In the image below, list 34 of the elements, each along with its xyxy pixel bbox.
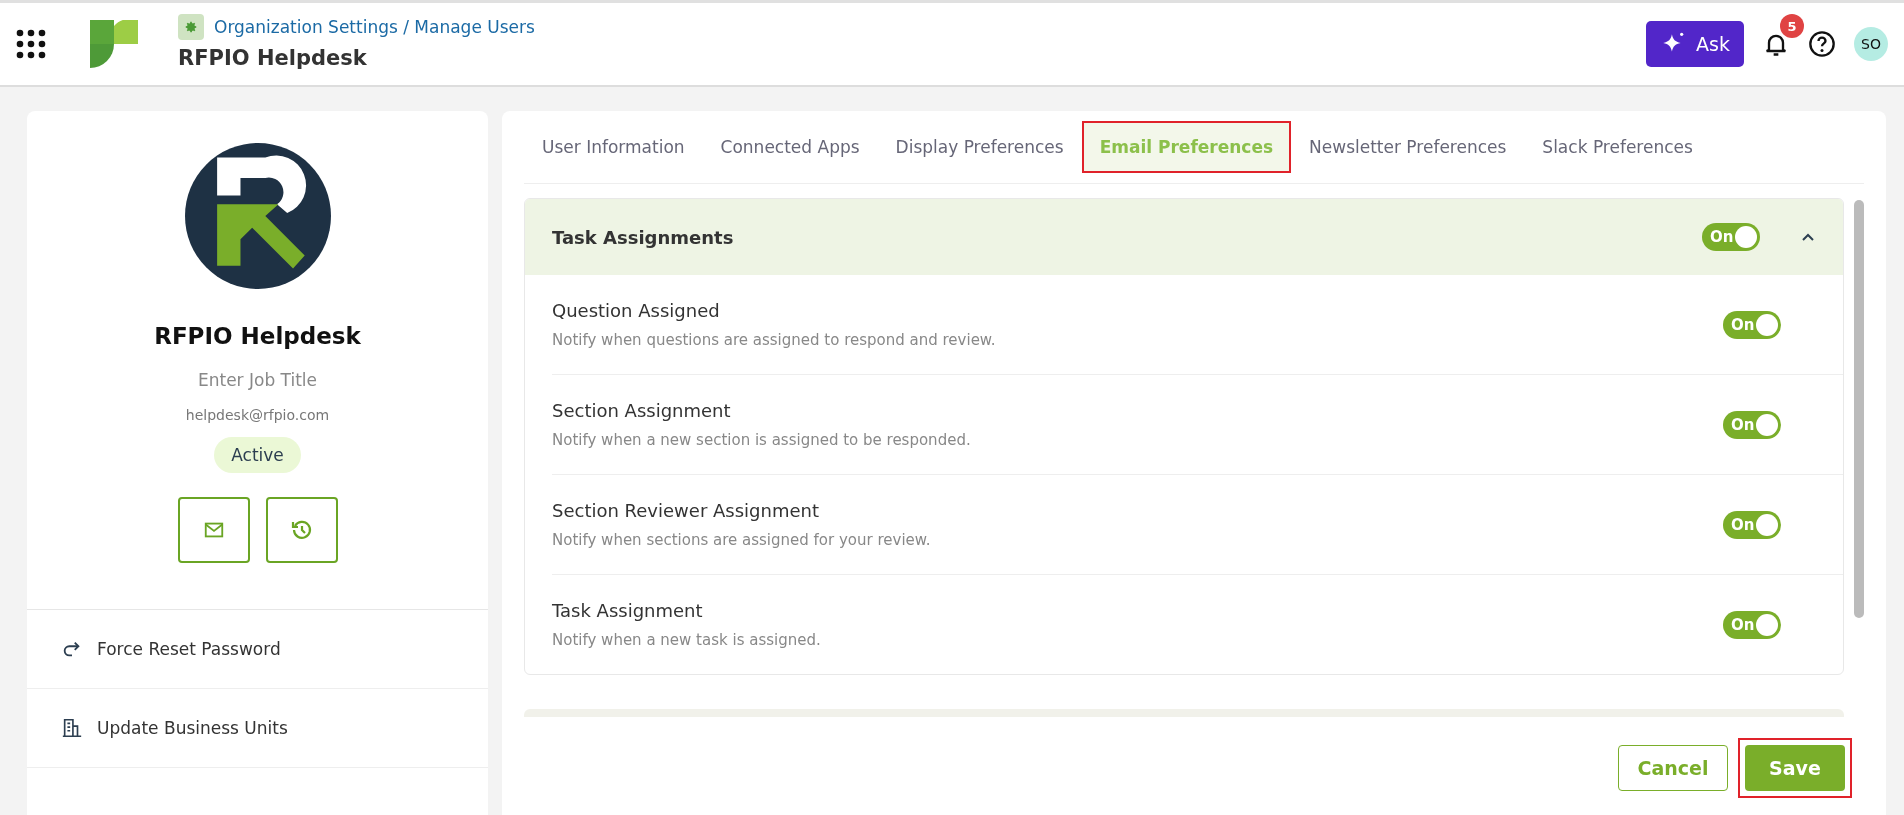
reset-password-link[interactable]: Force Reset Password <box>27 610 488 689</box>
ask-button[interactable]: Ask <box>1646 21 1744 67</box>
email-text: helpdesk@rfpio.com <box>185 407 330 423</box>
tab[interactable]: Display Preferences <box>877 121 1082 173</box>
setting-title: Task Assignment <box>552 600 704 621</box>
tab[interactable]: Slack Preferences <box>1524 121 1711 173</box>
history-icon <box>289 518 314 542</box>
setting-description: Notify when a new task is assigned. <box>552 631 822 649</box>
setting-description: Notify when questions are assigned to respond and review. <box>552 331 997 349</box>
section-header[interactable]: Task Assignments On <box>525 199 1843 275</box>
history-button[interactable] <box>265 497 338 563</box>
status-badge: Active <box>214 437 301 473</box>
tab[interactable]: User Information <box>524 121 703 173</box>
help-icon[interactable] <box>1808 30 1836 58</box>
setting-description: Notify when sections are assigned for your review. <box>552 531 932 549</box>
tab[interactable]: Connected Apps <box>702 121 878 173</box>
business-units-link[interactable]: Update Business Units <box>27 689 488 768</box>
profile-name: RFPIO Helpdesk <box>154 323 361 349</box>
gear-icon <box>178 14 204 40</box>
setting-title: Section Assignment <box>552 400 732 421</box>
building-icon <box>61 717 83 739</box>
app-grid-icon[interactable] <box>16 29 46 59</box>
setting-description: Notify when a new section is assigned to be responded. <box>552 431 972 449</box>
logo-icon[interactable] <box>90 20 138 68</box>
scrollbar-thumb[interactable] <box>1854 200 1864 618</box>
setting-title: Section Reviewer Assignment <box>552 500 820 521</box>
user-avatar[interactable]: SO <box>1854 27 1888 61</box>
section-title: Task Assignments <box>552 226 735 248</box>
page-title: RFPIO Helpdesk <box>178 46 368 70</box>
email-button[interactable] <box>177 497 250 563</box>
breadcrumb-link[interactable]: Organization Settings / Manage Users <box>214 17 535 37</box>
tab[interactable]: Newsletter Preferences <box>1291 121 1525 173</box>
setting-title: Question Assigned <box>552 300 721 321</box>
notification-badge: 5 <box>1780 14 1804 38</box>
